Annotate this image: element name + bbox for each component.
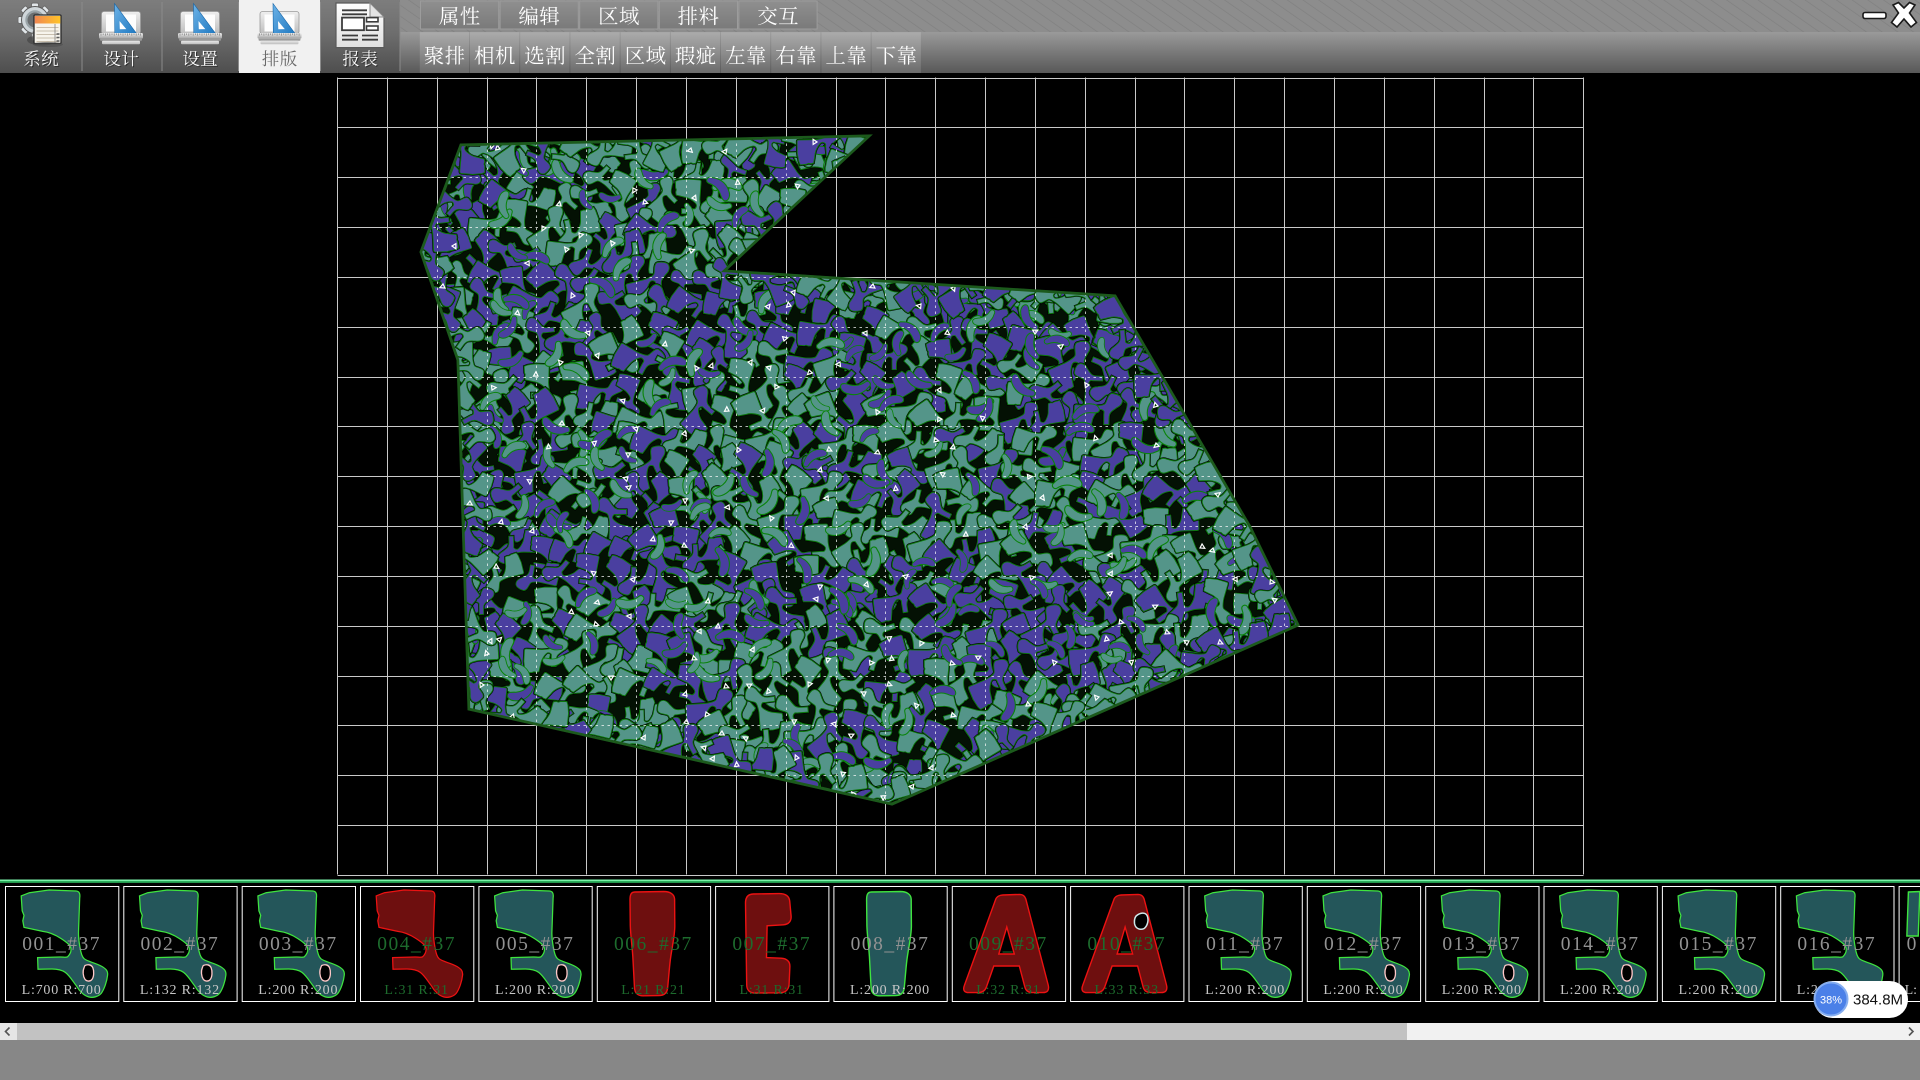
svg-text:L:31 R:31: L:31 R:31 xyxy=(384,983,448,998)
svg-text:L:200 R:200: L:200 R:200 xyxy=(495,983,575,998)
svg-text:L:132 R:132: L:132 R:132 xyxy=(140,983,220,998)
svg-text:002_#37: 002_#37 xyxy=(141,934,220,955)
svg-text:L:33 R:33: L:33 R:33 xyxy=(1095,983,1159,998)
svg-text:005_#37: 005_#37 xyxy=(496,934,575,955)
svg-text:008_#37: 008_#37 xyxy=(851,934,930,955)
svg-text:L:200 R:200: L:200 R:200 xyxy=(1323,983,1403,998)
svg-text:016_#37: 016_#37 xyxy=(1797,934,1876,955)
svg-text:012_#37: 012_#37 xyxy=(1324,934,1403,955)
svg-text:010_#37: 010_#37 xyxy=(1087,934,1166,955)
svg-text:384.8M: 384.8M xyxy=(1853,992,1903,1009)
svg-text:015_#37: 015_#37 xyxy=(1679,934,1758,955)
svg-text:L:21 R:21: L:21 R:21 xyxy=(621,983,685,998)
svg-text:004_#37: 004_#37 xyxy=(377,934,456,955)
svg-text:011_#37: 011_#37 xyxy=(1206,934,1284,955)
svg-text:L:200 R:200: L:200 R:200 xyxy=(1442,983,1522,998)
svg-text:009_#37: 009_#37 xyxy=(969,934,1048,955)
svg-text:L:200 R:200: L:200 R:200 xyxy=(258,983,338,998)
svg-text:L:200 R:200: L:200 R:200 xyxy=(850,983,930,998)
svg-text:007_#37: 007_#37 xyxy=(732,934,811,955)
svg-text:006_#37: 006_#37 xyxy=(614,934,693,955)
svg-text:L:200 R:200: L:200 R:200 xyxy=(1205,983,1285,998)
svg-text:L:31 R:31: L:31 R:31 xyxy=(740,983,804,998)
svg-text:L:32 R:31: L:32 R:31 xyxy=(976,983,1040,998)
svg-text:001_#37: 001_#37 xyxy=(22,934,101,955)
svg-text:L:200 R:200: L:200 R:200 xyxy=(1679,983,1759,998)
svg-text:L:700 R:700: L:700 R:700 xyxy=(22,983,102,998)
svg-text:003_#37: 003_#37 xyxy=(259,934,338,955)
svg-text:014_#37: 014_#37 xyxy=(1561,934,1640,955)
svg-text:38%: 38% xyxy=(1820,995,1842,1007)
svg-text:0: 0 xyxy=(1907,934,1917,955)
svg-text:013_#37: 013_#37 xyxy=(1442,934,1521,955)
svg-text:L:200 R:200: L:200 R:200 xyxy=(1560,983,1640,998)
